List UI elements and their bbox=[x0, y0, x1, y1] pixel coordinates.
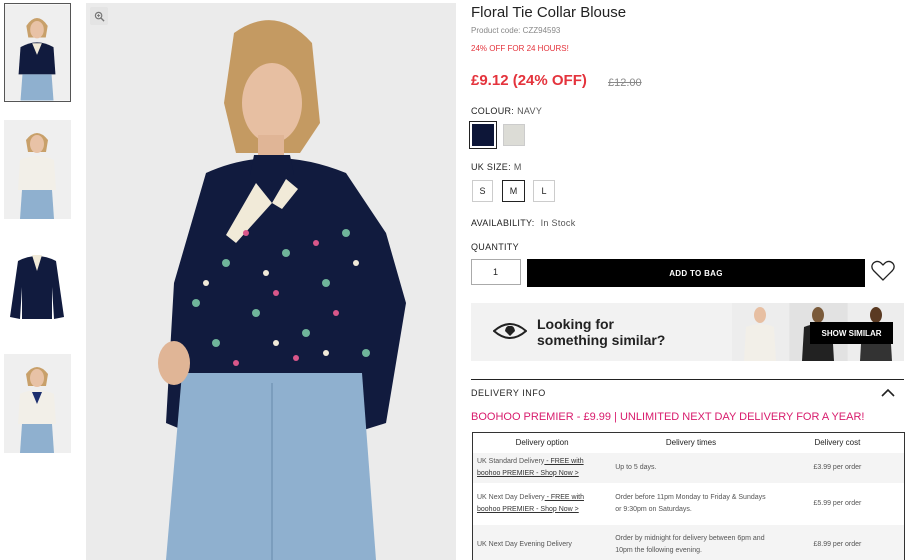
size-label: UK SIZE: bbox=[471, 162, 511, 172]
sale-price: £9.12 (24% OFF) bbox=[471, 72, 587, 89]
delivery-col-option: Delivery option bbox=[472, 432, 612, 453]
thumbnail-2[interactable] bbox=[4, 120, 71, 219]
product-photo bbox=[4, 120, 71, 219]
quantity-label: QUANTITY bbox=[471, 242, 519, 252]
table-row: UK Next Day Delivery - FREE with boohoo … bbox=[472, 482, 905, 525]
size-option-s[interactable]: S bbox=[472, 180, 493, 202]
availability-row: AVAILABILITY: In Stock bbox=[471, 218, 576, 228]
delivery-col-times: Delivery times bbox=[611, 432, 771, 453]
thumbnail-4[interactable] bbox=[4, 354, 71, 453]
delivery-option-cell: UK Next Day Delivery - FREE with boohoo … bbox=[472, 482, 612, 525]
heart-icon[interactable] bbox=[870, 259, 896, 283]
delivery-time: Up to 5 days. bbox=[611, 452, 771, 483]
size-label-row: UK SIZE: M bbox=[471, 162, 522, 172]
product-photo bbox=[86, 3, 456, 560]
delivery-cost: £5.99 per order bbox=[770, 482, 905, 525]
delivery-option: UK Next Day Evening Delivery bbox=[477, 541, 572, 549]
thumbnail-3[interactable] bbox=[4, 237, 71, 336]
availability-label: AVAILABILITY: bbox=[471, 218, 535, 228]
colour-value: NAVY bbox=[517, 106, 543, 116]
zoom-button[interactable] bbox=[90, 7, 108, 25]
zoom-icon bbox=[94, 11, 105, 22]
premier-promo[interactable]: BOOHOO PREMIER - £9.99 | UNLIMITED NEXT … bbox=[471, 411, 864, 423]
availability-value: In Stock bbox=[540, 218, 576, 228]
show-similar-button[interactable]: SHOW SIMILAR bbox=[810, 322, 893, 344]
similar-line-1: Looking for bbox=[537, 316, 614, 332]
thumbnail-1[interactable] bbox=[4, 3, 71, 102]
size-value: M bbox=[513, 162, 522, 172]
delivery-time: Order before 11pm Monday to Friday & Sun… bbox=[611, 482, 771, 525]
delivery-option: UK Next Day Delivery bbox=[477, 493, 545, 501]
table-row: UK Standard Delivery - FREE with boohoo … bbox=[472, 452, 905, 483]
delivery-col-cost: Delivery cost bbox=[770, 432, 905, 453]
delivery-cost: £3.99 per order bbox=[770, 452, 905, 483]
product-photo bbox=[4, 354, 71, 453]
was-price: £12.00 bbox=[608, 77, 642, 89]
colour-label-row: COLOUR: NAVY bbox=[471, 106, 542, 116]
delivery-info-header[interactable]: DELIVERY INFO bbox=[471, 379, 904, 405]
colour-label: COLOUR: bbox=[471, 106, 515, 116]
size-option-m[interactable]: M bbox=[502, 180, 525, 202]
delivery-table: Delivery option Delivery times Delivery … bbox=[472, 432, 905, 560]
product-photo bbox=[4, 237, 71, 336]
eye-icon bbox=[493, 323, 527, 339]
promo-text: 24% OFF FOR 24 HOURS! bbox=[471, 44, 569, 53]
chevron-up-icon[interactable] bbox=[881, 388, 895, 397]
similar-text: Looking for something similar? bbox=[537, 316, 665, 348]
main-product-image[interactable] bbox=[86, 3, 456, 560]
quantity-input[interactable]: 1 bbox=[471, 259, 521, 285]
table-row: UK Next Day Evening Delivery Order by mi… bbox=[472, 524, 905, 560]
delivery-option: UK Standard Delivery bbox=[477, 457, 545, 465]
size-option-l[interactable]: L bbox=[533, 180, 555, 202]
delivery-cost: £8.99 per order bbox=[770, 524, 905, 560]
similar-banner: Looking for something similar? SHOW SIMI… bbox=[471, 303, 904, 361]
delivery-info-title: DELIVERY INFO bbox=[471, 388, 546, 398]
swatch-navy[interactable] bbox=[469, 121, 497, 149]
thumbnail-gallery bbox=[4, 3, 72, 471]
product-code: Product code: CZZ94593 bbox=[471, 26, 561, 35]
similar-line-2: something similar? bbox=[537, 332, 666, 348]
add-to-bag-button[interactable]: ADD TO BAG bbox=[527, 259, 865, 287]
delivery-time: Order by midnight for delivery between 6… bbox=[611, 524, 771, 560]
product-photo bbox=[5, 4, 70, 101]
delivery-option-cell: UK Next Day Evening Delivery bbox=[472, 524, 612, 560]
delivery-option-cell: UK Standard Delivery - FREE with boohoo … bbox=[472, 452, 612, 483]
swatch-cream[interactable] bbox=[503, 124, 525, 146]
product-title: Floral Tie Collar Blouse bbox=[471, 4, 627, 21]
